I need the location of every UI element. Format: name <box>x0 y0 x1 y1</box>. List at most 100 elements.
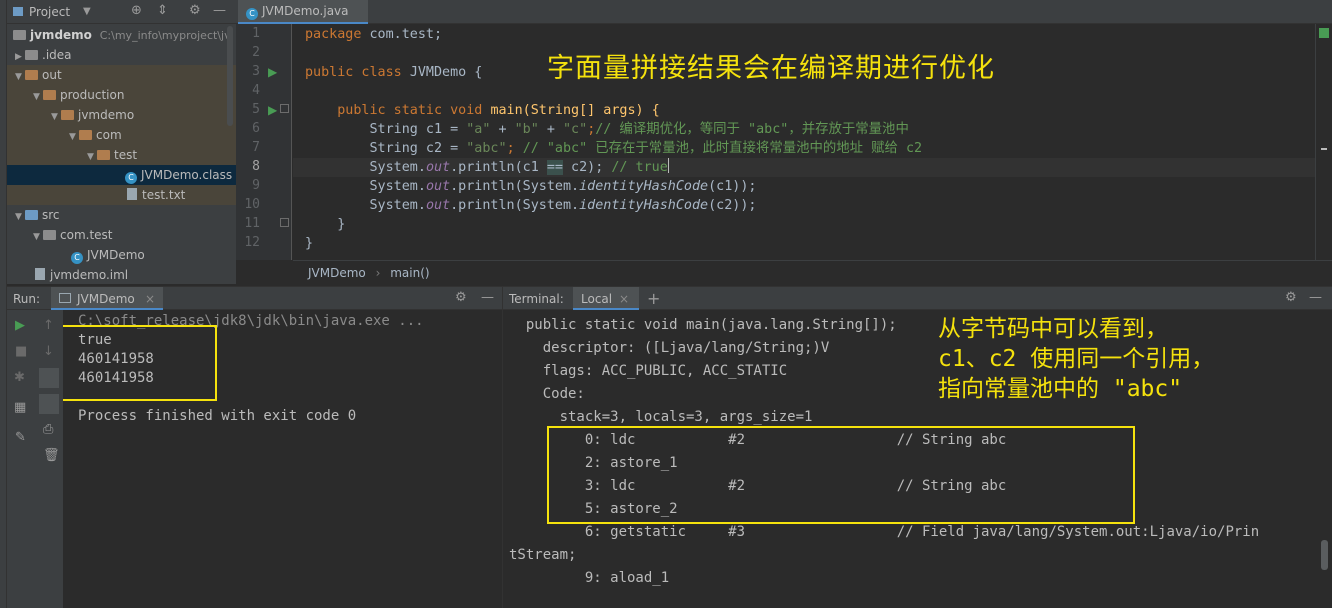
editor-scrollbar[interactable] <box>1315 24 1332 260</box>
text-file-icon <box>127 188 137 200</box>
code-line-5: public static void main(String[] args) { <box>305 103 660 118</box>
chevron-down-icon[interactable]: ▼ <box>83 0 91 24</box>
tab-terminal-local[interactable]: Local × <box>573 287 639 310</box>
tree-item-test-txt[interactable]: test.txt <box>7 185 236 205</box>
tree-item-test[interactable]: ▼ test <box>7 145 236 165</box>
close-icon[interactable]: × <box>619 287 629 311</box>
print-icon[interactable]: ⎙ <box>43 422 53 437</box>
folder-icon <box>25 50 38 60</box>
line-number: 9 <box>252 178 260 193</box>
line-number: 4 <box>252 83 260 98</box>
run-panel-header: Run: JVMDemo × ⚙ — <box>7 286 502 310</box>
stop-icon[interactable]: ■ <box>15 344 27 359</box>
code-line-10: System.out.println(System.identityHashCo… <box>305 198 757 213</box>
chevron-down-icon[interactable]: ▼ <box>69 127 79 147</box>
arrow-down-icon[interactable]: ↓ <box>43 344 54 359</box>
plus-icon[interactable]: + <box>647 289 660 308</box>
project-view-selector[interactable]: Project <box>29 0 70 24</box>
soft-wrap-icon[interactable] <box>39 368 59 388</box>
locate-icon[interactable]: ⊕ <box>131 3 142 18</box>
gear-icon[interactable]: ⚙ <box>455 290 467 305</box>
chevron-down-icon[interactable]: ▼ <box>33 87 43 107</box>
project-panel-header: Project ▼ ⊕ ⇕ ⚙ — <box>7 0 236 24</box>
tree-item-jvmdemo-source[interactable]: C JVMDemo <box>7 245 236 265</box>
code-line-3: public class JVMDemo { <box>305 65 483 80</box>
line-number: 7 <box>252 140 260 155</box>
breadcrumb-class[interactable]: JVMDemo <box>308 266 366 280</box>
line-number: 12 <box>244 235 260 250</box>
minimize-icon[interactable]: — <box>213 3 226 18</box>
folder-icon <box>61 110 74 120</box>
breadcrumb-separator: › <box>375 266 381 280</box>
chevron-down-icon[interactable]: ▼ <box>15 207 25 227</box>
pin-icon[interactable]: ✎ <box>15 430 26 445</box>
chevron-down-icon[interactable]: ▼ <box>87 147 97 167</box>
terminal-panel-header: Terminal: Local × + ⚙ — <box>502 286 1332 310</box>
chevron-down-icon[interactable]: ▼ <box>15 67 25 87</box>
code-line-8: System.out.println(c1 == c2); // true <box>305 158 669 175</box>
close-icon[interactable]: × <box>145 287 155 311</box>
minimize-icon[interactable]: — <box>1309 290 1322 305</box>
tab-jvmdemo-java[interactable]: CJVMDemo.java × <box>238 0 368 40</box>
line-number: 8 <box>252 159 260 174</box>
tree-item-jvmdemo-class[interactable]: C JVMDemo.class <box>7 165 236 185</box>
breadcrumb-method[interactable]: main() <box>390 266 429 280</box>
tree-item-iml[interactable]: jvmdemo.iml <box>7 265 236 284</box>
tree-item-com-test[interactable]: ▼ com.test <box>7 225 236 245</box>
collapse-icon[interactable]: ⇕ <box>157 3 168 18</box>
text-cursor <box>667 158 669 173</box>
run-label: Run: <box>13 292 41 306</box>
class-file-icon: C <box>125 172 137 184</box>
play-icon[interactable]: ▶ <box>15 318 25 333</box>
module-file-icon <box>35 268 45 280</box>
chevron-down-icon[interactable]: ▼ <box>33 227 43 247</box>
tab-run-jvmdemo[interactable]: JVMDemo × <box>51 287 163 310</box>
code-line-1: package com.test; <box>305 27 443 42</box>
trash-icon[interactable]: 🗑 <box>43 448 60 463</box>
line-number: 11 <box>244 216 260 231</box>
folder-icon <box>25 70 38 80</box>
layout-icon[interactable]: ▦ <box>14 400 26 415</box>
folder-icon <box>13 30 26 40</box>
fold-icon[interactable] <box>280 104 289 113</box>
run-class-icon[interactable]: ▶ <box>268 65 277 79</box>
terminal-line: flags: ACC_PUBLIC, ACC_STATIC <box>509 363 788 379</box>
left-tool-strip <box>0 0 7 608</box>
folder-icon <box>97 150 110 160</box>
code-line-6: String c1 = "a" + "b" + "c";// 编译期优化，等同于… <box>305 122 909 137</box>
fold-icon[interactable] <box>280 218 289 227</box>
line-number: 6 <box>252 121 260 136</box>
scroll-thumb[interactable] <box>1321 540 1328 570</box>
line-number: 1 <box>252 26 260 41</box>
line-number: 3 <box>252 64 260 79</box>
run-method-icon[interactable]: ▶ <box>268 103 277 117</box>
minimize-icon[interactable]: — <box>481 290 494 305</box>
code-line-11: } <box>305 217 346 232</box>
arrow-up-icon[interactable]: ↑ <box>43 318 54 333</box>
class-icon: C <box>246 8 258 20</box>
tree-item-production[interactable]: ▼ production <box>7 85 236 105</box>
terminal-scrollbar[interactable] <box>1317 310 1332 608</box>
gear-icon[interactable]: ⚙ <box>1285 290 1297 305</box>
project-scrollbar[interactable] <box>227 26 233 126</box>
gear-icon[interactable]: ⚙ <box>189 3 201 18</box>
run-console-output[interactable]: C:\soft_release\jdk8\jdk\bin\java.exe ..… <box>63 310 502 608</box>
tree-item-jvmdemo-out[interactable]: ▼ jvmdemo <box>7 105 236 125</box>
chevron-down-icon[interactable]: ▼ <box>51 107 61 127</box>
editor-gutter: 1 2 3 4 5 6 7 8 9 10 11 12 ▶ ▶ <box>236 24 292 260</box>
debug-icon[interactable]: ✱ <box>14 370 25 385</box>
bytecode-highlight-box <box>547 426 1135 524</box>
scroll-to-end-icon[interactable] <box>39 394 59 414</box>
terminal-line: descriptor: ([Ljava/lang/String;)V <box>509 340 830 356</box>
code-line-12: } <box>305 236 314 251</box>
scroll-marker <box>1321 148 1327 150</box>
tree-item-out[interactable]: ▼ out <box>7 65 236 85</box>
terminal-annotation: 从字节码中可以看到， c1、c2 使用同一个引用， 指向常量池中的 "abc" <box>938 316 1215 402</box>
editor-annotation: 字面量拼接结果会在编译期进行优化 <box>547 53 995 84</box>
chevron-right-icon[interactable]: ▶ <box>15 47 25 67</box>
tree-item-idea[interactable]: ▶ .idea <box>7 45 236 65</box>
code-line-7: String c2 = "abc"; // "abc" 已存在于常量池，此时直接… <box>305 141 923 156</box>
tree-item-jvmdemo[interactable]: jvmdemo C:\my_info\myproject\jv <box>7 25 236 45</box>
tree-item-src[interactable]: ▼ src <box>7 205 236 225</box>
tree-item-com[interactable]: ▼ com <box>7 125 236 145</box>
